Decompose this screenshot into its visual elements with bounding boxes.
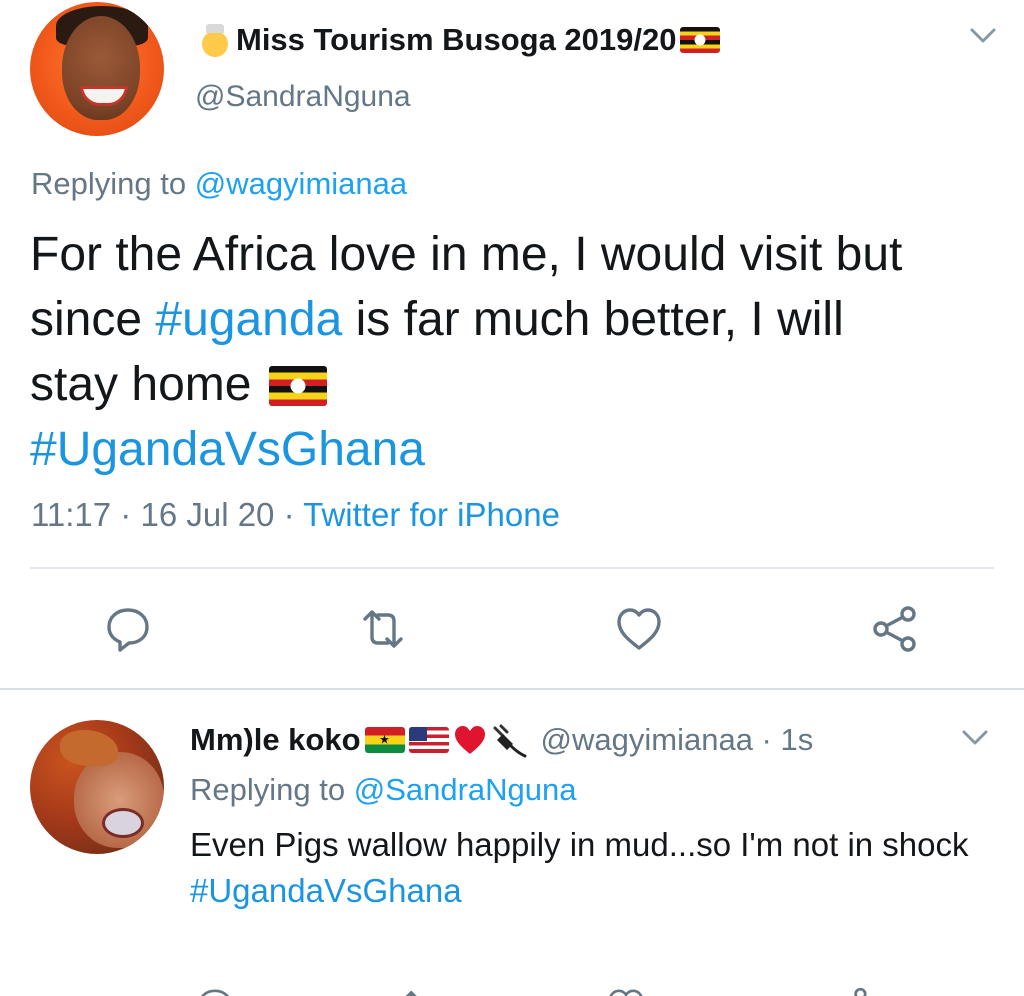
tweet-source-link[interactable]: Twitter for iPhone (303, 496, 560, 533)
like-icon[interactable] (606, 986, 646, 996)
replying-to-link[interactable]: @wagyimianaa (195, 166, 407, 201)
share-icon[interactable] (830, 986, 870, 996)
tweet-action-bar (0, 596, 1024, 660)
reply-text: Even Pigs wallow happily in mud...so I'm… (190, 822, 990, 914)
usa-flag-icon (408, 727, 449, 753)
tweet-meta: 11:17 · 16 Jul 20 · Twitter for iPhone (31, 496, 560, 533)
ghana-flag-icon (364, 727, 405, 753)
user-handle[interactable]: @SandraNguna (195, 80, 411, 114)
tweet-text: For the Africa love in me, I would visit… (30, 228, 903, 476)
display-name[interactable]: Miss Tourism Busoga 2019/20 (236, 22, 676, 58)
chevron-down-icon[interactable] (968, 24, 998, 48)
replying-to-link[interactable]: @SandraNguna (354, 772, 577, 807)
share-icon[interactable] (870, 604, 920, 654)
tweet-time: 1s (780, 722, 814, 757)
reply-icon[interactable] (103, 604, 153, 654)
retweet-icon[interactable] (400, 986, 440, 996)
red-heart-icon (454, 726, 485, 754)
divider (0, 688, 1024, 690)
tweet-time: 11:17 (31, 496, 112, 533)
divider (30, 567, 994, 569)
tweet-action-bar (0, 980, 1024, 996)
display-name[interactable]: Mm)le koko (190, 722, 361, 758)
like-icon[interactable] (614, 604, 664, 654)
uganda-flag-icon (680, 27, 721, 53)
princess-emoji (198, 23, 232, 57)
hashtag-link[interactable]: #UgandaVsGhana (30, 423, 425, 476)
reply-author-row[interactable]: Mm)le koko @wagyimianaa · 1s (190, 718, 813, 762)
user-handle[interactable]: @wagyimianaa · 1s (541, 722, 814, 758)
replying-to: Replying to @SandraNguna (190, 772, 577, 807)
hashtag-link[interactable]: #UgandaVsGhana (190, 868, 990, 914)
twitter-thread-screen: Miss Tourism Busoga 2019/20 @SandraNguna… (0, 0, 1024, 996)
hashtag-link[interactable]: #uganda (155, 293, 342, 346)
tweet-date: 16 Jul 20 (140, 496, 275, 533)
avatar[interactable] (30, 720, 164, 854)
uganda-flag-icon (268, 366, 327, 406)
reply-icon[interactable] (195, 986, 235, 996)
replying-to: Replying to @wagyimianaa (31, 166, 408, 201)
retweet-icon[interactable] (358, 604, 408, 654)
main-tweet: Miss Tourism Busoga 2019/20 @SandraNguna… (0, 0, 1024, 688)
chevron-down-icon[interactable] (960, 726, 990, 750)
plug-icon (493, 724, 527, 758)
avatar[interactable] (30, 2, 164, 136)
tweet-author-name-row[interactable]: Miss Tourism Busoga 2019/20 (198, 20, 721, 60)
